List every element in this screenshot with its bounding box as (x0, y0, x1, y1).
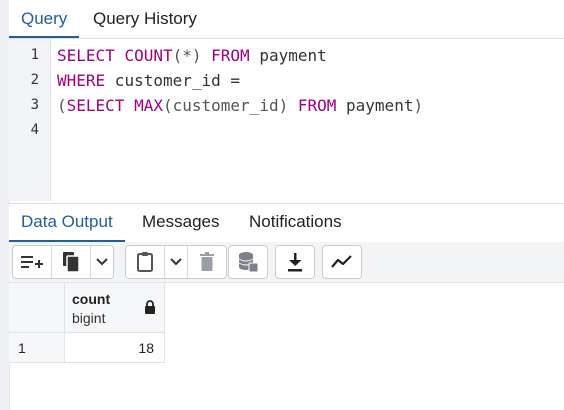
graph-icon (331, 255, 352, 268)
cell-value: 18 (138, 340, 154, 356)
code-text: payment (336, 96, 414, 115)
add-row-icon (21, 256, 43, 268)
tab-messages[interactable]: Messages (130, 204, 231, 242)
line-number: 1 (30, 47, 39, 63)
graph-button-group (322, 245, 362, 279)
delete-button[interactable] (188, 246, 226, 278)
row-number: 1 (18, 340, 26, 356)
copy-button[interactable] (52, 246, 91, 278)
edit-button-group (12, 245, 114, 279)
copy-dropdown-button[interactable] (91, 246, 113, 278)
sql-keyword: MAX (134, 96, 163, 115)
download-button-group (275, 245, 315, 279)
chevron-down-icon (96, 258, 108, 266)
paste-icon (137, 252, 153, 272)
code-text: (*) (172, 46, 202, 65)
code-line-3[interactable]: (SELECT MAX(customer_id) FROM payment) (57, 96, 423, 115)
line-number: 4 (30, 122, 39, 138)
data-output-toolbar (9, 242, 564, 283)
sql-editor[interactable]: 1 2 3 4 SELECT COUNT(*) FROM payment WHE… (9, 39, 564, 201)
tab-notifications[interactable]: Notifications (237, 204, 354, 242)
save-data-icon (238, 252, 259, 273)
code-line-2[interactable]: WHERE customer_id = (57, 71, 240, 90)
result-tab-bar: Data Output Messages Notifications (9, 203, 564, 243)
sql-keyword: FROM (211, 46, 250, 65)
column-type: bigint (72, 310, 106, 326)
tab-query[interactable]: Query (9, 0, 80, 38)
delete-icon (200, 252, 214, 271)
save-data-button[interactable] (229, 246, 267, 278)
query-tab-bar: Query Query History (9, 0, 564, 39)
line-number-gutter: 1 2 3 4 (9, 39, 51, 201)
column-name: count (72, 291, 111, 307)
copy-icon (63, 252, 80, 273)
code-text: customer_id = (105, 71, 241, 90)
chevron-down-icon (170, 258, 182, 266)
add-row-button[interactable] (13, 246, 52, 278)
paste-dropdown-button[interactable] (165, 246, 188, 278)
save-button-group (228, 245, 268, 279)
column-header-count[interactable]: count bigint (65, 283, 165, 333)
tab-query-history[interactable]: Query History (81, 0, 209, 38)
tab-data-output[interactable]: Data Output (9, 204, 125, 242)
sql-keyword: FROM (297, 96, 337, 115)
sql-keyword: WHERE (57, 71, 106, 90)
code-text: ( (57, 96, 67, 115)
download-icon (288, 253, 302, 272)
line-number: 3 (30, 97, 39, 113)
code-text: ) (413, 96, 424, 115)
paste-button[interactable] (126, 246, 165, 278)
code-line-1[interactable]: SELECT COUNT(*) FROM payment (57, 46, 327, 65)
download-button[interactable] (276, 246, 314, 278)
line-number: 2 (30, 72, 39, 88)
sql-keyword: SELECT (57, 46, 115, 65)
lock-icon (145, 300, 155, 314)
code-text: payment (249, 46, 327, 65)
row-number-cell[interactable]: 1 (9, 333, 65, 363)
sql-keyword: COUNT (124, 46, 173, 65)
table-cell[interactable]: 18 (65, 333, 165, 363)
graph-visualiser-button[interactable] (323, 246, 361, 278)
code-text: (customer_id) (162, 96, 289, 115)
grid-corner-cell[interactable] (9, 283, 65, 333)
sql-keyword: SELECT (66, 96, 125, 115)
paste-button-group (125, 245, 227, 279)
